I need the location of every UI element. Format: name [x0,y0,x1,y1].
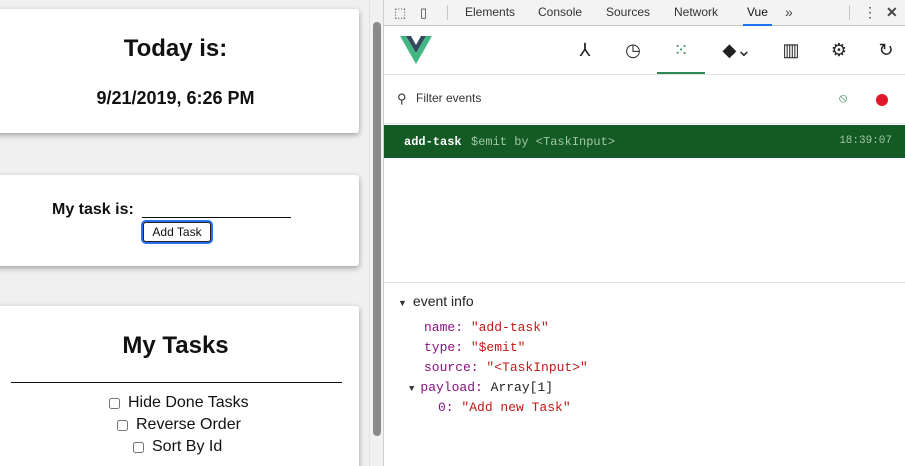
tab-console[interactable]: Console [538,0,582,26]
info-payload-row[interactable]: ▼ payload: Array[1] [409,380,553,395]
info-source-key: source: [424,360,479,375]
event-list-item[interactable]: add-task $emit by <TaskInput> 18:39:07 [384,125,905,158]
close-icon[interactable]: ✕ [886,4,898,21]
event-info-title: event info [412,293,474,309]
toolbar-separator [849,5,850,20]
tasks-card: My Tasks Hide Done Tasks Reverse Order S… [0,306,359,466]
hide-done-label: Hide Done Tasks [128,394,249,411]
clear-events-icon[interactable]: ⦸ [839,90,847,106]
info-item-key: 0: [438,400,454,415]
tasks-divider [11,382,342,383]
caret-down-icon: ▼ [409,384,415,394]
reverse-order-label: Reverse Order [136,416,241,433]
info-type-row: type: "$emit" [424,340,525,355]
event-type: $emit by <TaskInput> [471,135,616,149]
task-input-card: My task is: Add Task [0,175,359,266]
filter-bar: ⚲ ⦸ [384,76,905,124]
active-tool-indicator [657,72,705,74]
record-icon[interactable] [876,94,888,106]
search-icon: ⚲ [397,91,407,106]
components-icon[interactable]: ⅄ [573,38,597,62]
tab-vue[interactable]: Vue [743,0,772,26]
tasks-title: My Tasks [122,332,229,359]
page-scrollbar[interactable] [369,0,383,466]
add-task-button[interactable]: Add Task [143,222,211,242]
task-input[interactable] [142,199,291,218]
vue-toolbar: ⅄ ◷ ⁙ ◆⌄ ▥ ⚙ ↻ [384,26,905,75]
scrollbar-thumb[interactable] [373,22,381,436]
vuex-history-icon[interactable]: ◷ [621,38,645,62]
reverse-order-option[interactable]: Reverse Order [117,416,241,434]
tab-sources[interactable]: Sources [606,0,650,26]
info-payload-value: Array[1] [490,380,554,395]
info-type-key: type: [424,340,464,355]
vue-logo-icon [400,36,432,64]
device-toolbar-icon[interactable]: ▯ [420,5,427,21]
filter-events-input[interactable] [416,91,716,105]
event-time: 18:39:07 [839,135,892,147]
today-title: Today is: [123,35,228,62]
hide-done-option[interactable]: Hide Done Tasks [109,394,249,412]
tab-network[interactable]: Network [674,0,718,26]
info-type-value: "$emit" [470,340,526,355]
event-info-pane: ▼ event info name: "add-task" type: "$emi… [384,283,905,466]
sort-by-id-option[interactable]: Sort By Id [133,438,222,456]
settings-icon[interactable]: ⚙ [827,38,851,62]
event-info-header[interactable]: ▼ event info [398,293,474,309]
caret-down-icon: ▼ [398,298,407,308]
sort-by-id-checkbox[interactable] [133,441,144,453]
info-payload-key: payload: [420,380,483,395]
events-icon[interactable]: ⁙ [669,38,693,62]
info-name-key: name: [424,320,464,335]
devtools-panel: ⬚ ▯ Elements Console Sources Network Vue… [383,0,905,466]
devtools-tabbar: ⬚ ▯ Elements Console Sources Network Vue… [384,0,905,26]
tab-elements[interactable]: Elements [465,0,515,26]
info-name-value: "add-task" [470,320,549,335]
hide-done-checkbox[interactable] [109,397,120,409]
toolbar-separator [447,5,448,20]
event-name: add-task [404,135,462,149]
reverse-order-checkbox[interactable] [117,419,128,431]
task-label: My task is: [52,201,134,218]
info-source-row: source: "<TaskInput>" [424,360,588,375]
app-page: Today is: 9/21/2019, 6:26 PM My task is:… [0,0,369,466]
info-payload-item-row: 0: "Add new Task" [438,400,571,415]
chevron-double-right-icon[interactable]: » [785,4,793,20]
performance-icon[interactable]: ▥ [779,38,803,62]
current-datetime: 9/21/2019, 6:26 PM [96,88,255,108]
date-card: Today is: 9/21/2019, 6:26 PM [0,9,359,133]
inspect-element-icon[interactable]: ⬚ [394,5,406,21]
refresh-icon[interactable]: ↻ [874,38,898,62]
info-name-row: name: "add-task" [424,320,549,335]
routing-icon[interactable]: ◆⌄ [717,38,757,62]
more-options-icon[interactable]: ⋮ [863,4,877,21]
info-source-value: "<TaskInput>" [486,360,588,375]
info-item-value: "Add new Task" [461,400,571,415]
sort-by-id-label: Sort By Id [152,438,223,455]
